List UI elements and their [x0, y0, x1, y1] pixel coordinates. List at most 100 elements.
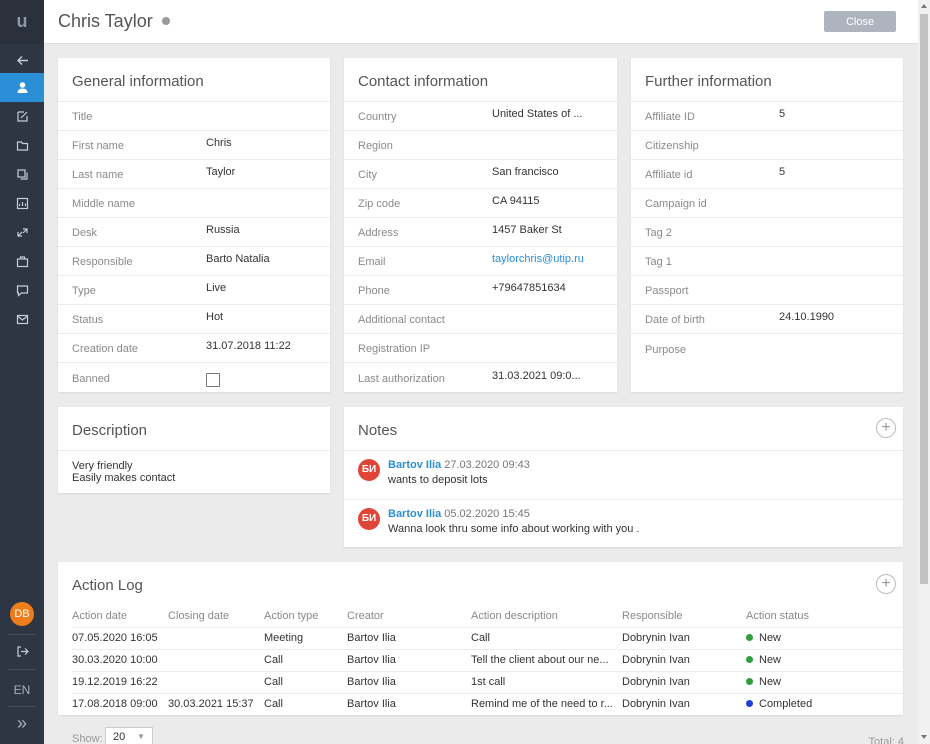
status-text: New — [759, 654, 782, 666]
sidebar-item-clients[interactable] — [0, 73, 44, 102]
table-row[interactable]: 17.08.2018 09:00 30.03.2021 15:37 Call B… — [72, 693, 918, 715]
sidebar-item-chat[interactable] — [0, 276, 44, 305]
column-header[interactable]: Responsible — [622, 605, 746, 628]
sidebar: u DB EN » — [0, 0, 44, 744]
app-logo[interactable]: u — [0, 0, 44, 44]
chart-icon — [16, 197, 28, 210]
scroll-thumb[interactable] — [920, 14, 928, 584]
table-cell: 19.12.2019 16:22 — [72, 671, 168, 694]
field-label: Affiliate id — [645, 169, 693, 181]
field-label: Middle name — [72, 198, 135, 210]
total-count: Total: 4 — [868, 736, 904, 744]
info-row: Additional contact — [344, 305, 617, 334]
close-button[interactable]: Close — [824, 11, 896, 32]
info-row: Desk Russia — [58, 218, 330, 247]
user-icon — [17, 82, 27, 93]
info-row: Responsible Barto Natalia — [58, 247, 330, 276]
add-action-button[interactable]: + — [876, 574, 896, 594]
table-row[interactable]: 30.03.2020 10:00 Call Bartov Ilia Tell t… — [72, 649, 918, 672]
info-row: Affiliate id 5 — [631, 160, 903, 189]
field-value: 5 — [779, 166, 786, 178]
info-row: Middle name — [58, 189, 330, 218]
edit-icon — [16, 111, 28, 122]
field-label: Phone — [358, 285, 390, 297]
table-cell: Dobrynin Ivan — [622, 649, 746, 672]
sidebar-item-tasks[interactable] — [0, 102, 44, 131]
column-header[interactable]: Action type — [264, 605, 347, 628]
notes-card: Notes + БИ Bartov Ilia 27.03.2020 09:43 … — [344, 407, 903, 547]
page-size-value: 20 — [113, 731, 126, 743]
double-chevron-right-icon[interactable]: » — [0, 713, 44, 734]
field-value: United States of ... — [492, 108, 583, 120]
table-cell: Call — [471, 627, 622, 650]
info-row: Email taylorchris@utip.ru — [344, 247, 617, 276]
status-cell: New — [746, 649, 918, 672]
column-header[interactable]: Action description — [471, 605, 622, 628]
info-row: Last name Taylor — [58, 160, 330, 189]
field-label: Purpose — [645, 343, 686, 356]
field-label: Email — [358, 256, 386, 268]
mail-icon — [16, 314, 28, 325]
field-label: Last name — [72, 169, 124, 181]
email-link[interactable]: taylorchris@utip.ru — [492, 253, 584, 265]
field-label: Address — [358, 227, 399, 239]
info-row: Last authorization 31.03.2021 09:0... — [344, 363, 617, 392]
table-cell: Remind me of the need to r... — [471, 698, 613, 711]
info-row: Citizenship — [631, 131, 903, 160]
sidebar-item-mail[interactable] — [0, 305, 44, 334]
info-row: Country United States of ... — [344, 102, 617, 131]
info-row: Creation date 31.07.2018 11:22 — [58, 334, 330, 363]
back-button[interactable] — [0, 46, 44, 75]
card-title: Further information — [631, 58, 903, 102]
page-size-select[interactable]: 20 ▼ — [105, 727, 153, 744]
add-note-button[interactable]: + — [876, 418, 896, 438]
note-author[interactable]: Bartov Ilia — [388, 459, 441, 471]
sidebar-item-reports[interactable] — [0, 189, 44, 218]
field-value: CA 94115 — [492, 195, 540, 207]
scrollbar[interactable] — [918, 0, 930, 744]
sidebar-divider — [8, 706, 36, 707]
table-row[interactable]: 19.12.2019 16:22 Call Bartov Ilia 1st ca… — [72, 671, 918, 694]
language-switch[interactable]: EN — [0, 683, 44, 697]
sidebar-item-documents[interactable] — [0, 131, 44, 160]
banned-checkbox[interactable] — [206, 372, 220, 387]
field-value: 31.07.2018 11:22 — [206, 340, 291, 352]
note-item: БИ Bartov Ilia 05.02.2020 15:45 Wanna lo… — [344, 500, 903, 549]
column-header[interactable]: Closing date — [168, 605, 264, 628]
column-header[interactable]: Action date — [72, 605, 168, 628]
user-avatar[interactable]: DB — [10, 602, 34, 626]
field-value: Hot — [206, 311, 224, 323]
card-title: Notes — [344, 407, 903, 451]
status-cell: New — [746, 627, 918, 650]
status-dot — [746, 678, 753, 685]
logout-button[interactable] — [0, 637, 44, 666]
field-label: Passport — [645, 285, 689, 297]
sidebar-item-accounts[interactable] — [0, 160, 44, 189]
table-row[interactable]: 07.05.2020 16:05 Meeting Bartov Ilia Cal… — [72, 627, 918, 650]
field-label: Citizenship — [645, 140, 699, 152]
table-cell: Meeting — [264, 627, 347, 650]
info-row: Region — [344, 131, 617, 160]
field-label: Type — [72, 285, 96, 297]
note-text: wants to deposit lots — [388, 474, 488, 486]
field-label: Zip code — [358, 198, 401, 210]
note-author[interactable]: Bartov Ilia — [388, 508, 441, 520]
scroll-down-arrow[interactable] — [921, 735, 927, 739]
card-title: Contact information — [344, 58, 617, 102]
field-label: Tag 2 — [645, 227, 672, 239]
table-cell: Bartov Ilia — [347, 698, 396, 711]
field-label: Responsible — [72, 256, 133, 268]
sidebar-item-transfers[interactable] — [0, 218, 44, 247]
field-label: Title — [72, 111, 93, 123]
field-label: Registration IP — [358, 343, 431, 355]
copy-icon — [16, 169, 28, 180]
column-header[interactable]: Creator — [347, 605, 471, 628]
note-header: Bartov Ilia 27.03.2020 09:43 — [388, 459, 530, 471]
card-title: Action Log — [72, 577, 143, 594]
column-header[interactable]: Action status — [746, 605, 918, 628]
table-cell: Bartov Ilia — [347, 627, 471, 650]
info-row: Campaign id — [631, 189, 903, 218]
scroll-up-arrow[interactable] — [921, 4, 927, 8]
sidebar-item-deals[interactable] — [0, 247, 44, 276]
table-cell — [168, 649, 264, 672]
